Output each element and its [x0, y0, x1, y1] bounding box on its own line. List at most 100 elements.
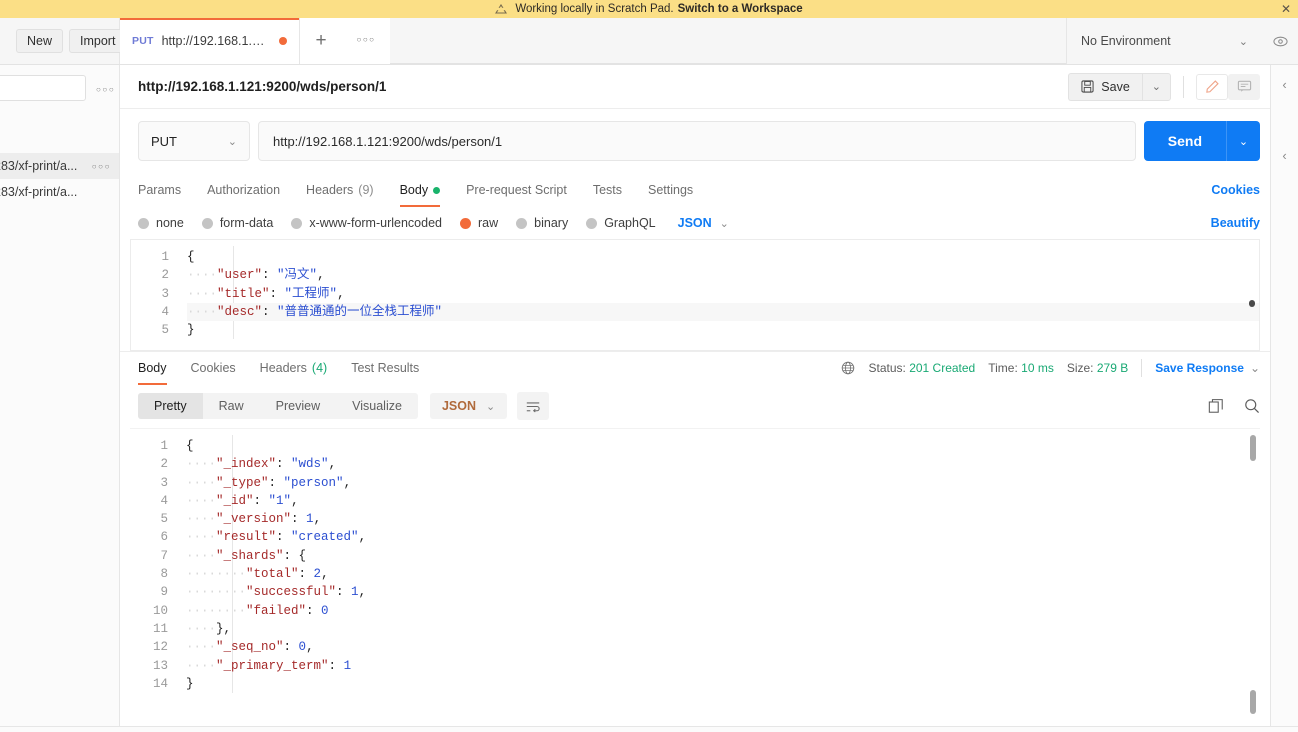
environment-quick-look-button[interactable]: [1262, 18, 1298, 64]
save-button[interactable]: Save: [1068, 72, 1142, 101]
sidebar-item-0[interactable]: 283/xf-print/a... ○○○: [0, 153, 119, 179]
scrollbar-thumb-top[interactable]: [1250, 435, 1256, 461]
radio-label: none: [156, 216, 184, 230]
save-options-button[interactable]: ⌄: [1141, 72, 1171, 101]
tab-body[interactable]: Body: [399, 173, 441, 207]
cookies-link[interactable]: Cookies: [1211, 183, 1260, 197]
code-line: ········"failed": 0: [186, 603, 329, 618]
sidebar-search-input[interactable]: [0, 75, 86, 101]
response-tab-test-results[interactable]: Test Results: [351, 351, 419, 385]
line-number: 13: [152, 658, 168, 673]
postman-window: Working locally in Scratch Pad. Switch t…: [0, 0, 1298, 732]
response-scrollbar[interactable]: [1248, 433, 1257, 728]
chevron-left-icon[interactable]: ‹: [1282, 77, 1286, 92]
tab-headers[interactable]: Headers (9): [306, 173, 374, 207]
tab-params[interactable]: Params: [138, 173, 181, 207]
close-icon[interactable]: ✕: [1281, 3, 1291, 15]
tab-pre-request-script[interactable]: Pre-request Script: [466, 173, 567, 207]
request-header-actions: Save ⌄: [1068, 72, 1260, 101]
send-options-button[interactable]: ⌄: [1226, 121, 1260, 161]
right-rail: ‹ ‹: [1270, 65, 1298, 732]
request-code-lines: { ····"user": "冯文", ····"title": "工程师", …: [177, 240, 1259, 340]
body-type-raw[interactable]: raw: [460, 216, 498, 230]
code-line: ····"_type": "person",: [186, 475, 352, 490]
code-line: ····"_shards": {: [186, 548, 307, 563]
new-tab-button[interactable]: +: [300, 18, 342, 64]
save-icon: [1081, 80, 1094, 93]
body-type-binary[interactable]: binary: [516, 216, 568, 230]
line-number: 5: [161, 323, 169, 338]
view-mode-visualize[interactable]: Visualize: [336, 393, 418, 419]
url-input[interactable]: [258, 121, 1136, 161]
line-number: 1: [160, 439, 168, 453]
sidebar-item-label: 283/xf-print/a...: [0, 159, 78, 173]
body-type-urlencoded[interactable]: x-www-form-urlencoded: [291, 216, 442, 230]
response-body-viewer[interactable]: 1 2 3 4 5 6 7 8 9 10 11 12 13 14 {····"…: [130, 428, 1260, 732]
save-label: Save: [1101, 79, 1130, 94]
send-button[interactable]: Send: [1143, 121, 1226, 161]
line-number: 4: [160, 493, 168, 508]
http-method-select[interactable]: PUT ⌄: [138, 121, 250, 161]
sidebar-item-more-icon[interactable]: ○○○: [92, 162, 111, 171]
line-number: 2: [161, 268, 169, 283]
time-group: Time: 10 ms: [988, 361, 1054, 375]
search-icon[interactable]: [1244, 398, 1260, 414]
view-mode-raw[interactable]: Raw: [203, 393, 260, 419]
line-number: 14: [152, 676, 168, 691]
wrap-lines-icon[interactable]: [517, 392, 550, 420]
view-mode-pretty[interactable]: Pretty: [138, 393, 203, 419]
code-line: ····"_primary_term": 1: [186, 658, 352, 673]
sidebar-item-1[interactable]: 283/xf-print/a...: [0, 179, 119, 205]
request-line-numbers: 1 2 3 4 5: [131, 240, 177, 339]
comment-icon[interactable]: [1228, 73, 1260, 100]
line-number: 3: [161, 286, 169, 301]
tab-label: Pre-request Script: [466, 183, 567, 197]
environment-selector[interactable]: No Environment ⌄: [1066, 18, 1262, 64]
scrollbar-thumb-bottom[interactable]: [1250, 690, 1256, 714]
import-button[interactable]: Import: [69, 29, 127, 53]
code-line: ····"title": "工程师",: [187, 286, 345, 301]
request-body-editor[interactable]: 1 2 3 4 5 { ····"user": "冯文", ····"title…: [130, 239, 1260, 351]
line-number: 1: [161, 250, 169, 264]
view-mode-preview[interactable]: Preview: [260, 393, 336, 419]
tab-label: Authorization: [207, 183, 281, 197]
tab-method-label: PUT: [132, 35, 154, 47]
code-line: ····},: [186, 621, 232, 636]
radio-label: GraphQL: [604, 216, 656, 230]
tab-authorization[interactable]: Authorization: [207, 173, 280, 207]
response-tab-body[interactable]: Body: [138, 351, 167, 385]
meta-divider: [1141, 359, 1143, 377]
pencil-icon[interactable]: [1196, 73, 1228, 100]
chevron-down-icon: ⌄: [486, 400, 496, 413]
request-tabs-area: PUT http://192.168.1.12... + ○○○: [120, 18, 1066, 64]
body-format-select[interactable]: JSON ⌄: [678, 216, 729, 230]
new-button[interactable]: New: [16, 29, 64, 53]
chevron-down-icon: ⌄: [1238, 35, 1248, 48]
save-response-button[interactable]: Save Response ⌄: [1155, 361, 1260, 375]
banner-action-link[interactable]: Switch to a Workspace: [678, 3, 803, 15]
chevron-left-icon-secondary[interactable]: ‹: [1282, 148, 1286, 163]
body-type-graphql[interactable]: GraphQL: [586, 216, 656, 230]
request-tab[interactable]: PUT http://192.168.1.12...: [120, 18, 300, 64]
sidebar-more-icon[interactable]: ○○○: [96, 85, 115, 94]
line-number: 11: [152, 621, 168, 636]
response-format-select[interactable]: JSON ⌄: [429, 393, 508, 419]
tabs-more-options-icon[interactable]: ○○○: [342, 18, 390, 64]
tab-settings[interactable]: Settings: [648, 173, 693, 207]
body-type-form-data[interactable]: form-data: [201, 216, 273, 230]
response-tab-cookies[interactable]: Cookies: [191, 351, 236, 385]
code-line: {: [187, 250, 195, 264]
header-divider: [1183, 75, 1184, 98]
request-header: http://192.168.1.121:9200/wds/person/1 S…: [120, 65, 1270, 109]
status-group: Status: 201 Created: [868, 361, 975, 375]
line-number: 10: [152, 603, 168, 618]
scrollbar-thumb[interactable]: [1249, 300, 1255, 307]
beautify-button[interactable]: Beautify: [1211, 216, 1260, 230]
body-type-none[interactable]: none: [138, 216, 184, 230]
copy-icon[interactable]: [1208, 398, 1224, 414]
request-editor-scrollbar[interactable]: [1247, 244, 1256, 346]
response-tab-headers[interactable]: Headers (4): [260, 351, 328, 385]
tab-label: Test Results: [351, 361, 420, 375]
code-line: ····"_seq_no": 0,: [186, 640, 314, 655]
tab-tests[interactable]: Tests: [593, 173, 622, 207]
